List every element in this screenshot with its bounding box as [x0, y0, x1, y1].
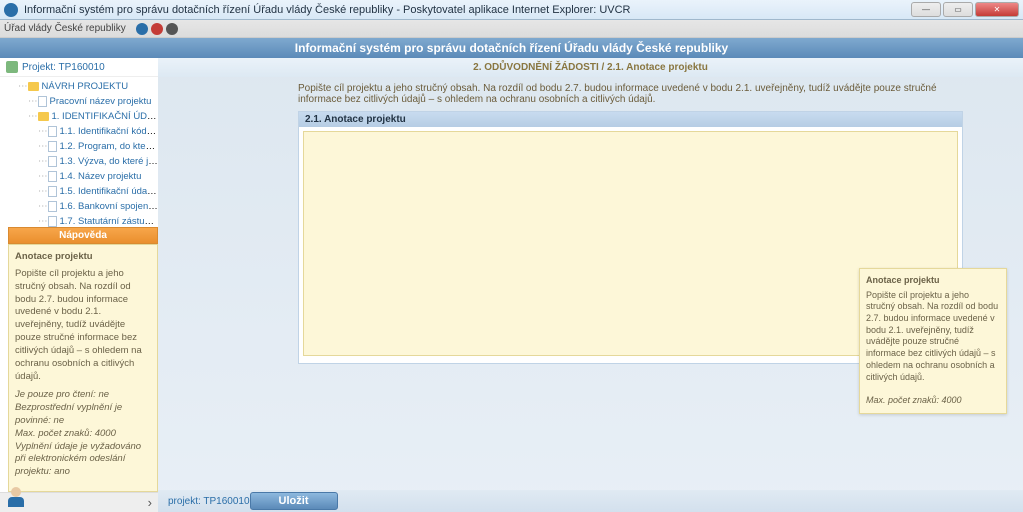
- tree-node[interactable]: ⋯1.5. Identifikační údaje žad: [4, 184, 158, 199]
- help-panel: Nápověda Anotace projektu Popište cíl pr…: [8, 227, 158, 492]
- tooltip-title: Anotace projektu: [866, 275, 1000, 287]
- tree-link[interactable]: 1.5. Identifikační údaje žad: [60, 186, 159, 197]
- project-label[interactable]: Projekt: TP160010: [0, 58, 158, 77]
- field-tooltip: Anotace projektu Popište cíl projektu a …: [859, 268, 1007, 414]
- avatar-icon: [4, 487, 28, 511]
- page-icon: [48, 201, 57, 212]
- minimize-button[interactable]: —: [911, 2, 941, 17]
- window-title: Informační systém pro správu dotačních ř…: [24, 4, 630, 16]
- tree-node[interactable]: ⋯Pracovní název projektu: [4, 94, 158, 109]
- form-group-title: 2.1. Anotace projektu: [299, 112, 962, 127]
- page-icon: [48, 126, 57, 137]
- page-icon: [48, 186, 57, 197]
- scroll-right-button[interactable]: ›: [148, 495, 152, 510]
- help-readonly: Je pouze pro čtení: ne: [15, 389, 109, 400]
- page-icon: [48, 156, 57, 167]
- tree-link[interactable]: Pracovní název projektu: [50, 96, 152, 107]
- tree-node[interactable]: ⋯1.2. Program, do kterého je: [4, 139, 158, 154]
- help-header: Nápověda: [8, 227, 158, 244]
- nav-icon-2[interactable]: [151, 23, 163, 35]
- page-icon: [48, 171, 57, 182]
- tree-link[interactable]: 1.2. Program, do kterého je: [60, 141, 159, 152]
- browser-tab[interactable]: Úřad vlády České republiky: [4, 23, 126, 34]
- footer-bar: projekt: TP160010 Uložit: [158, 490, 1023, 512]
- tree-link[interactable]: 1.7. Statutární zástupci žad: [60, 216, 159, 227]
- tooltip-max: Max. počet znaků: 4000: [866, 395, 962, 405]
- help-maxchars: Max. počet znaků: 4000: [15, 428, 116, 439]
- tree-link[interactable]: 1.4. Název projektu: [60, 171, 142, 182]
- help-required: Bezprostřední vyplnění je povinné: ne: [15, 402, 122, 426]
- folder-icon: [28, 82, 39, 91]
- main-content: 2. ODŮVODNĚNÍ ŽÁDOSTI / 2.1. Anotace pro…: [158, 58, 1023, 512]
- project-icon: [6, 61, 18, 73]
- app-header: Informační systém pro správu dotačních ř…: [0, 38, 1023, 58]
- page-icon: [38, 96, 47, 107]
- browser-tabbar: Úřad vlády České republiky: [0, 20, 1023, 38]
- tree-link[interactable]: 1.3. Výzva, do které je dan: [60, 156, 159, 167]
- app-title: Informační systém pro správu dotačních ř…: [295, 41, 728, 55]
- help-body-text: Popište cíl projektu a jeho stručný obsa…: [15, 268, 151, 383]
- tree-node[interactable]: ⋯1.3. Výzva, do které je dan: [4, 154, 158, 169]
- tree-link[interactable]: 1.6. Bankovní spojení ČNB: [60, 201, 159, 212]
- maximize-button[interactable]: ▭: [943, 2, 973, 17]
- breadcrumb: 2. ODŮVODNĚNÍ ŽÁDOSTI / 2.1. Anotace pro…: [158, 58, 1023, 77]
- page-icon: [48, 141, 57, 152]
- project-id: Projekt: TP160010: [22, 62, 105, 73]
- window-titlebar: Informační systém pro správu dotačních ř…: [0, 0, 1023, 20]
- tree-link[interactable]: NÁVRH PROJEKTU: [42, 81, 129, 92]
- tree-node[interactable]: ⋯1.1. Identifikační kód proje: [4, 124, 158, 139]
- favicon-icon: [4, 3, 18, 17]
- help-electronic: Vyplnění údaje je vyžadováno při elektro…: [15, 441, 141, 478]
- nav-icon-1[interactable]: [136, 23, 148, 35]
- tree-node[interactable]: ⋯NÁVRH PROJEKTU: [4, 79, 158, 94]
- save-button[interactable]: Uložit: [250, 492, 338, 510]
- sidebar-footer: ›: [0, 492, 158, 512]
- footer-project: projekt: TP160010: [168, 496, 250, 507]
- tree-node[interactable]: ⋯1.4. Název projektu: [4, 169, 158, 184]
- intro-text: Popište cíl projektu a jeho stručný obsa…: [158, 77, 1023, 111]
- page-icon: [48, 216, 57, 227]
- tooltip-body: Popište cíl projektu a jeho stručný obsa…: [866, 290, 1000, 384]
- tree-link[interactable]: 1. IDENTIFIKAČNÍ ÚDAJE PROJ: [52, 111, 159, 122]
- nav-icon-3[interactable]: [166, 23, 178, 35]
- sidebar: Projekt: TP160010 ⋯NÁVRH PROJEKTU⋯Pracov…: [0, 58, 158, 512]
- tree-link[interactable]: 1.1. Identifikační kód proje: [60, 126, 159, 137]
- tree-node[interactable]: ⋯1.6. Bankovní spojení ČNB: [4, 199, 158, 214]
- folder-icon: [38, 112, 49, 121]
- tree-node[interactable]: ⋯1. IDENTIFIKAČNÍ ÚDAJE PROJ: [4, 109, 158, 124]
- help-title: Anotace projektu: [15, 251, 151, 264]
- close-button[interactable]: ✕: [975, 2, 1019, 17]
